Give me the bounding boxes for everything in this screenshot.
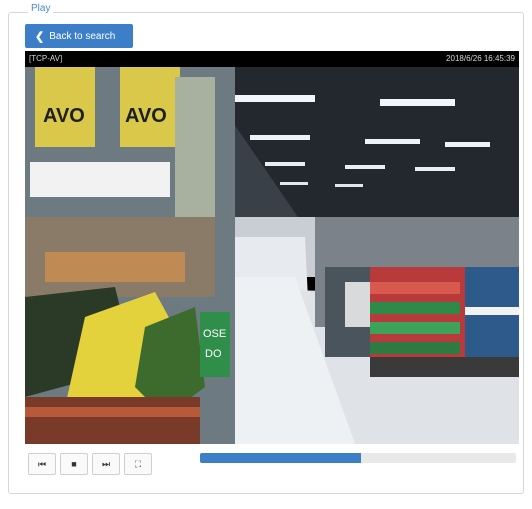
playback-progress-bar[interactable] [200,453,516,463]
video-overlay-bar: [TCP-AV] 2018/6/26 16:45:39 [25,51,519,67]
fullscreen-icon: ⛶ [134,458,142,469]
fullscreen-button[interactable]: ⛶ [124,453,152,475]
chevron-left-icon: ❮ [35,30,45,43]
forward-button[interactable]: ⏭ [92,453,120,475]
source-label: [TCP-AV] [29,54,63,63]
stop-icon: ■ [71,459,77,469]
back-button-label: Back to search [49,30,116,42]
svg-text:DO: DO [205,348,222,360]
progress-fill [200,453,362,463]
video-frame: AVO AVO OSE DO [25,67,519,444]
svg-text:AVO: AVO [125,105,167,127]
rewind-button[interactable]: ⏮ [28,453,56,475]
video-timestamp: 2018/6/26 16:45:39 [446,54,515,63]
stop-button[interactable]: ■ [60,453,88,475]
back-to-search-button[interactable]: ❮ Back to search [25,24,133,48]
svg-text:OSE: OSE [203,328,226,340]
section-legend: Play [28,3,54,14]
video-player[interactable]: [TCP-AV] 2018/6/26 16:45:39 AVO AVO OSE … [25,51,519,444]
svg-text:AVO: AVO [43,105,85,127]
skip-back-icon: ⏮ [37,458,47,469]
playback-controls: ⏮ ■ ⏭ ⛶ [28,453,152,475]
skip-forward-icon: ⏭ [101,458,111,469]
